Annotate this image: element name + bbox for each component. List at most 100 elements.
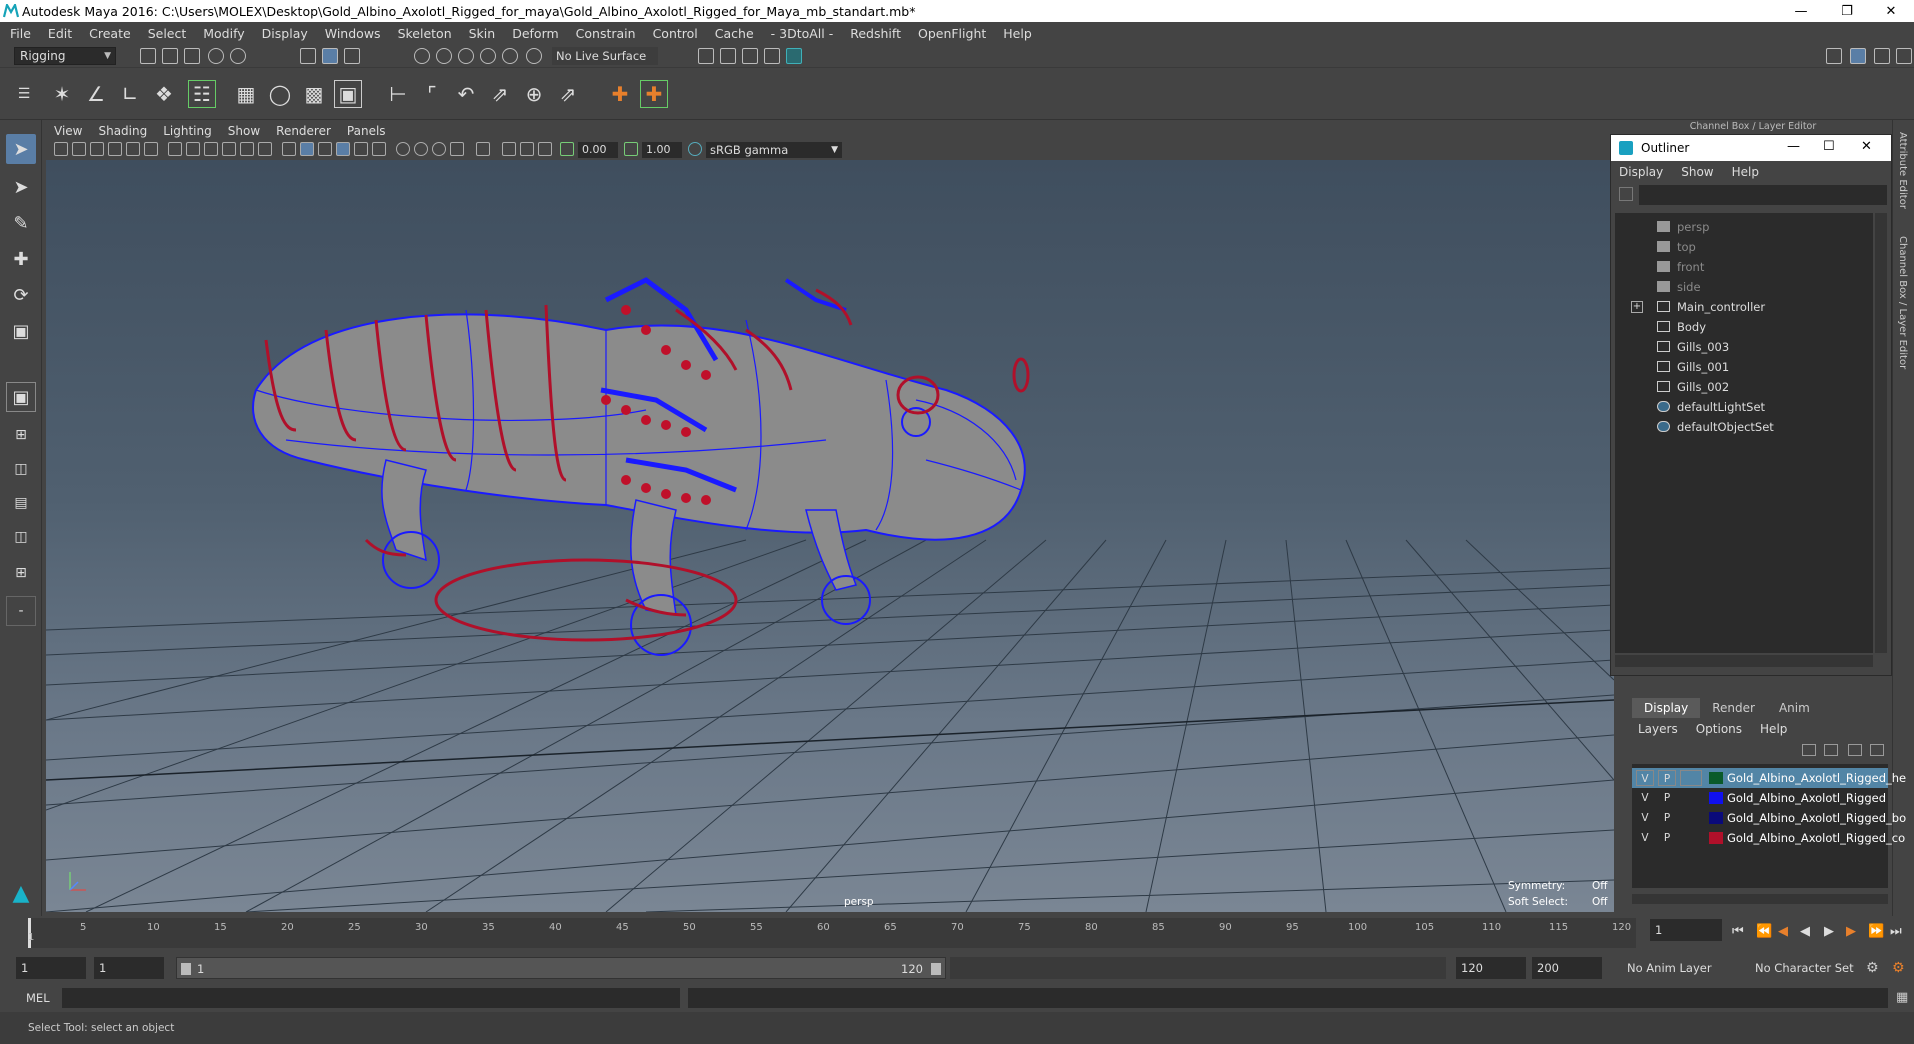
bind-skin-icon[interactable]: ☷: [188, 80, 216, 108]
command-language-label[interactable]: MEL: [26, 991, 50, 1005]
grid-toggle-icon[interactable]: [168, 142, 182, 156]
step-back-icon[interactable]: ⏪: [1756, 924, 1772, 939]
auto-key-icon[interactable]: ⚙: [1866, 960, 1879, 976]
safe-action-icon[interactable]: [258, 142, 272, 156]
gate-mask-icon[interactable]: [222, 142, 236, 156]
select-component-icon[interactable]: [344, 48, 360, 64]
playback-toggle[interactable]: P: [1658, 770, 1676, 786]
workspace-icon[interactable]: [1826, 48, 1842, 64]
channel-box-toggle-icon[interactable]: [1874, 48, 1890, 64]
layer-row[interactable]: V P Gold_Albino_Axolotl_Rigged: [1632, 788, 1888, 808]
animation-end-field[interactable]: 200: [1532, 957, 1602, 979]
select-hierarchy-icon[interactable]: [300, 48, 316, 64]
menu-set-dropdown[interactable]: Rigging ▼: [14, 47, 116, 65]
film-gate-icon[interactable]: [186, 142, 200, 156]
menu-create[interactable]: Create: [89, 26, 131, 41]
persp-graph-layout-icon[interactable]: ▤: [6, 488, 36, 518]
ambient-occlusion-icon[interactable]: [414, 142, 428, 156]
paint-select-tool-icon[interactable]: ✎: [6, 208, 36, 238]
list-item[interactable]: top: [1615, 237, 1873, 257]
menu-skeleton[interactable]: Skeleton: [398, 26, 452, 41]
layer-menu-layers[interactable]: Layers: [1638, 722, 1678, 736]
panel-menu-lighting[interactable]: Lighting: [163, 124, 212, 138]
motion-blur-icon[interactable]: [432, 142, 446, 156]
outliner-menu-show[interactable]: Show: [1681, 165, 1713, 179]
playback-end-field[interactable]: 120: [1456, 957, 1526, 979]
panel-menu-view[interactable]: View: [54, 124, 82, 138]
close-button[interactable]: ✕: [1868, 0, 1914, 22]
paint-weights-icon[interactable]: ▦: [232, 80, 260, 108]
visibility-toggle[interactable]: V: [1636, 830, 1654, 846]
scale-constraint-icon[interactable]: ⇗: [486, 80, 514, 108]
four-view-layout-icon[interactable]: ⊞: [6, 420, 36, 450]
new-empty-layer-icon[interactable]: [1848, 744, 1862, 756]
snap-surface-icon[interactable]: [502, 48, 518, 64]
gamma-icon[interactable]: [624, 142, 638, 156]
undo-icon[interactable]: [208, 48, 224, 64]
lasso-tool-icon[interactable]: ➤: [6, 172, 36, 202]
menu-windows[interactable]: Windows: [325, 26, 381, 41]
snap-curve-icon[interactable]: [436, 48, 452, 64]
list-item[interactable]: Gills_003: [1615, 337, 1873, 357]
aim-constraint-icon[interactable]: ⊕: [520, 80, 548, 108]
modeling-toolkit-icon[interactable]: [1850, 48, 1866, 64]
menu-edit[interactable]: Edit: [48, 26, 72, 41]
single-view-layout-icon[interactable]: ▣: [6, 382, 36, 412]
2d-pan-zoom-icon[interactable]: [126, 142, 140, 156]
outliner-horizontal-scrollbar[interactable]: [1615, 655, 1873, 667]
step-forward-icon[interactable]: ⏩: [1868, 924, 1884, 939]
move-layer-up-icon[interactable]: [1802, 744, 1816, 756]
layer-color-swatch[interactable]: [1709, 832, 1723, 844]
field-chart-icon[interactable]: [240, 142, 254, 156]
save-scene-icon[interactable]: [184, 48, 200, 64]
cluster-icon[interactable]: ◯: [266, 80, 294, 108]
layer-row[interactable]: V P Gold_Albino_Axolotl_Rigged_co: [1632, 828, 1905, 848]
anim-layer-dropdown[interactable]: No Anim Layer: [1622, 957, 1740, 979]
go-to-start-icon[interactable]: ⏮: [1732, 924, 1744, 939]
playback-toggle[interactable]: P: [1658, 830, 1676, 846]
preferences-icon[interactable]: ⚙: [1892, 960, 1905, 976]
redo-icon[interactable]: [230, 48, 246, 64]
list-item[interactable]: Gills_002: [1615, 377, 1873, 397]
scale-tool-icon[interactable]: ▣: [6, 316, 36, 346]
persp-uv-layout-icon[interactable]: ⊞: [6, 558, 36, 588]
menu-help[interactable]: Help: [1003, 26, 1032, 41]
menu-constrain[interactable]: Constrain: [576, 26, 636, 41]
parent-constraint-icon[interactable]: ⊢: [384, 80, 412, 108]
wrap-deformer-icon[interactable]: ▣: [334, 80, 362, 108]
minimize-button[interactable]: —: [1778, 0, 1824, 22]
outliner-minimize-button[interactable]: —: [1787, 139, 1800, 154]
live-surface-icon[interactable]: [526, 48, 542, 64]
layer-horizontal-scrollbar[interactable]: [1632, 894, 1888, 904]
locator-icon[interactable]: ✚: [606, 80, 634, 108]
layer-color-swatch[interactable]: [1709, 812, 1723, 824]
current-frame-field[interactable]: 1: [1650, 919, 1722, 941]
attribute-editor-tab[interactable]: Attribute Editor: [1897, 132, 1908, 209]
pole-vector-icon[interactable]: ⇗: [554, 80, 582, 108]
layer-editor-toggle-icon[interactable]: [1896, 48, 1912, 64]
visibility-toggle[interactable]: V: [1636, 810, 1654, 826]
orient-constraint-icon[interactable]: ↶: [452, 80, 480, 108]
outliner-maximize-button[interactable]: ☐: [1823, 139, 1835, 154]
set-driven-key-icon[interactable]: ✚: [640, 80, 668, 108]
point-constraint-icon[interactable]: ⌜: [418, 80, 446, 108]
insert-joint-icon[interactable]: ❖: [150, 80, 178, 108]
list-item[interactable]: front: [1615, 257, 1873, 277]
bookmark-icon[interactable]: [90, 142, 104, 156]
menu-redshift[interactable]: Redshift: [850, 26, 901, 41]
layer-color-swatch[interactable]: [1709, 792, 1723, 804]
tab-render[interactable]: Render: [1700, 698, 1767, 718]
persp-outliner-layout-icon[interactable]: ◫: [6, 522, 36, 552]
rotate-tool-icon[interactable]: ⟳: [6, 280, 36, 310]
camera-attributes-icon[interactable]: [72, 142, 86, 156]
ik-spline-icon[interactable]: ∟: [116, 80, 144, 108]
play-forward-icon[interactable]: ▶: [1824, 924, 1834, 939]
shadows-icon[interactable]: [396, 142, 410, 156]
filter-icon[interactable]: [1619, 187, 1633, 201]
wireframe-on-shaded-icon[interactable]: [336, 142, 350, 156]
menu-skin[interactable]: Skin: [469, 26, 496, 41]
expand-icon[interactable]: +: [1631, 301, 1643, 313]
tab-display[interactable]: Display: [1632, 698, 1701, 718]
render-frame-icon[interactable]: [720, 48, 736, 64]
new-scene-icon[interactable]: [140, 48, 156, 64]
